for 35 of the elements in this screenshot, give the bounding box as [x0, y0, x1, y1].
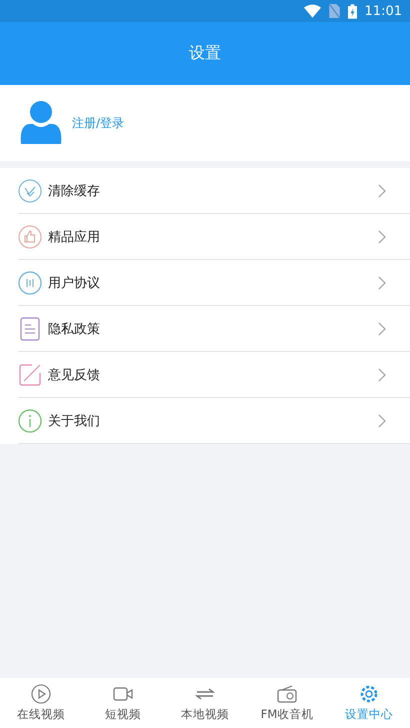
chevron-right-icon	[378, 230, 386, 244]
wifi-icon	[304, 4, 321, 18]
menu-label: 隐私政策	[48, 320, 101, 338]
thumb-up-icon	[18, 224, 42, 248]
chevron-right-icon	[378, 368, 386, 382]
menu-item[interactable]: 用户协议	[18, 260, 410, 306]
list-page-icon	[18, 316, 42, 340]
menu-label: 意见反馈	[48, 366, 101, 384]
menu-item[interactable]: 精品应用	[18, 214, 410, 260]
page-title: 设置	[189, 43, 221, 64]
tab[interactable]: 在线视频	[0, 678, 82, 728]
chevron-right-icon	[378, 322, 386, 336]
tab[interactable]: 短视频	[82, 678, 164, 728]
status-time: 11:01	[364, 4, 402, 18]
chevron-right-icon	[378, 276, 386, 290]
menu-item[interactable]: 关于我们	[18, 398, 410, 444]
avatar-icon[interactable]	[19, 100, 63, 146]
menu-item[interactable]: 清除缓存	[18, 168, 410, 214]
settings-icon	[359, 684, 379, 704]
chevron-right-icon	[378, 184, 386, 198]
menu-label: 精品应用	[48, 228, 101, 246]
no-sim-icon	[328, 4, 340, 18]
tab[interactable]: FM收音机	[246, 678, 328, 728]
tab[interactable]: 本地视频	[164, 678, 246, 728]
play-circle-icon	[31, 684, 51, 704]
chevron-right-icon	[378, 414, 386, 428]
menu-label: 用户协议	[48, 274, 101, 292]
radio-icon	[277, 684, 297, 704]
menu-item[interactable]: 意见反馈	[18, 352, 410, 398]
info-icon	[18, 408, 42, 432]
menu-label: 清除缓存	[48, 182, 101, 200]
menu-label: 关于我们	[48, 412, 101, 430]
edit-square-icon	[18, 362, 42, 386]
battery-icon	[348, 4, 357, 18]
menu-item[interactable]: 隐私政策	[18, 306, 410, 352]
